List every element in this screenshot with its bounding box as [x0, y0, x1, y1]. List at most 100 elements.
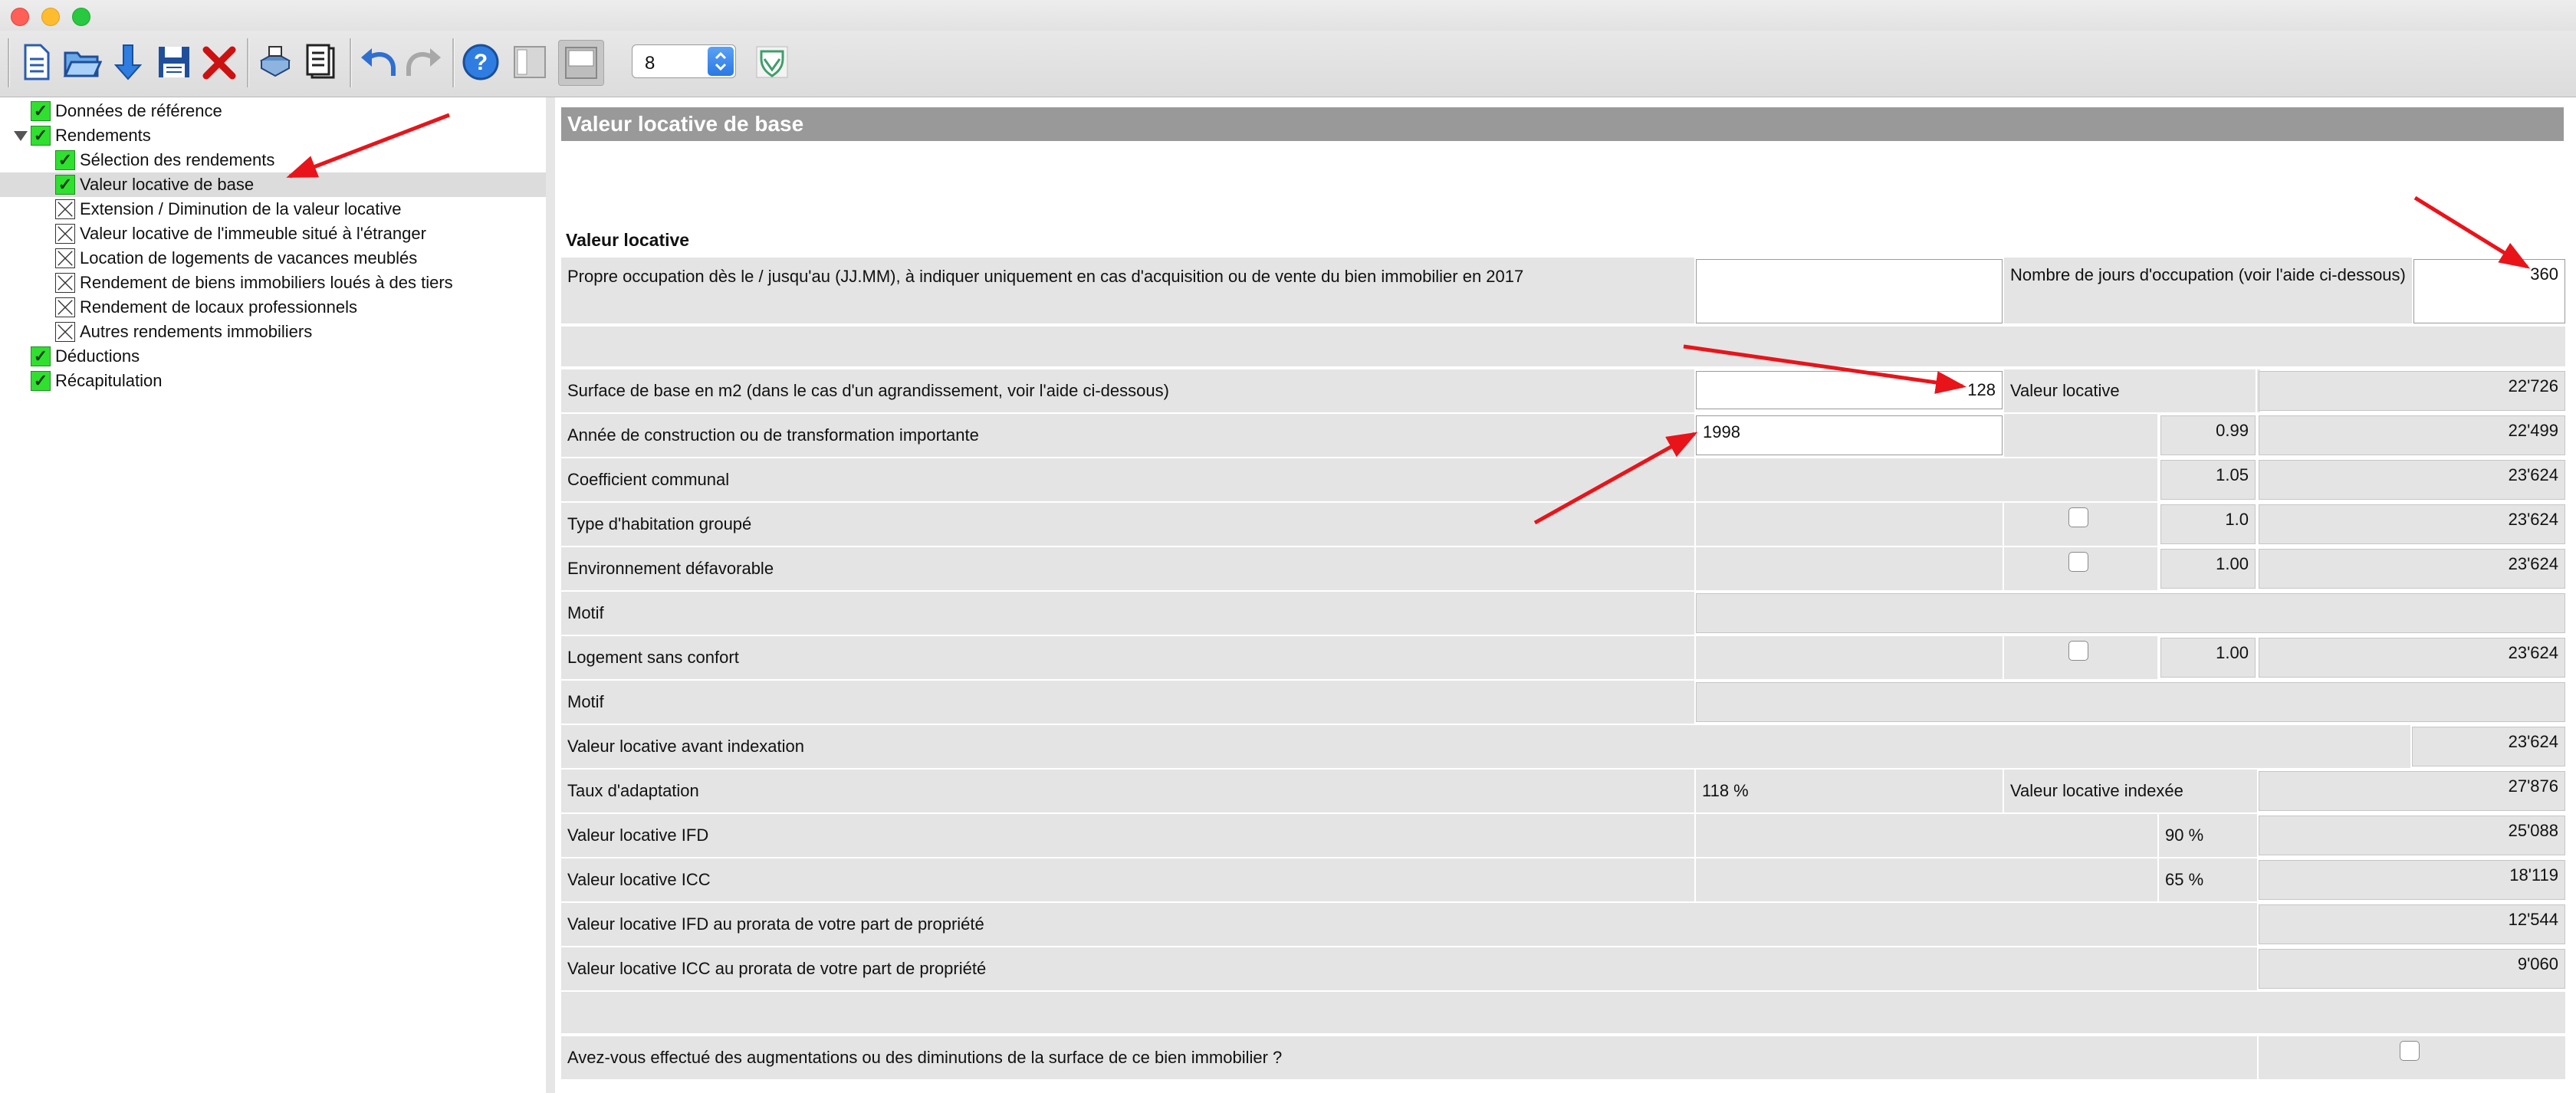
toolbar-separator	[350, 38, 352, 87]
layout-single-button[interactable]	[508, 40, 552, 84]
annee-label: Année de construction ou de transformati…	[561, 414, 1694, 457]
empty-cell	[1696, 858, 2157, 901]
empty-cell	[1696, 547, 2003, 590]
shield-badge-icon	[756, 46, 788, 78]
delete-x-icon	[202, 46, 236, 80]
tree-item-label: Valeur locative de base	[80, 175, 255, 194]
cross-box-icon	[55, 199, 75, 219]
taux-label: Taux d'adaptation	[561, 770, 1694, 812]
tree-item-deductions[interactable]: ✓ Déductions	[31, 344, 537, 369]
new-document-button[interactable]	[14, 40, 58, 84]
annee-input[interactable]: 1998	[1696, 415, 2003, 455]
section-title: Valeur locative	[566, 230, 690, 250]
surface-change-checkbox[interactable]	[2400, 1041, 2420, 1061]
window-titlebar	[0, 0, 2576, 31]
tree-item-logements-vacances[interactable]: Location de logements de vacances meublé…	[55, 246, 537, 271]
icc-prorata-label: Valeur locative ICC au prorata de votre …	[561, 947, 2257, 990]
tree-item-rendements[interactable]: ✓ Rendements	[31, 123, 537, 148]
motif-label: Motif	[561, 681, 1694, 724]
redo-button[interactable]	[402, 40, 446, 84]
save-disk-icon	[159, 47, 189, 77]
surface-input[interactable]: 128	[1696, 371, 2003, 409]
tree-item-autres-rendements[interactable]: Autres rendements immobiliers	[55, 320, 537, 344]
tree-item-donnees-reference[interactable]: ✓ Données de référence	[31, 99, 537, 123]
environnement-result-output: 23'624	[2259, 549, 2565, 589]
tree-item-label: Sélection des rendements	[80, 150, 275, 169]
toolbar-separator	[247, 38, 249, 87]
help-button[interactable]: ?	[458, 40, 503, 84]
motif-input[interactable]	[1696, 682, 2565, 722]
tree-item-label: Rendements	[55, 126, 151, 145]
zoom-stepper[interactable]	[708, 47, 734, 76]
layout-split-button[interactable]	[558, 40, 604, 86]
layout-split-icon	[565, 47, 597, 79]
sans-confort-coef-output: 1.00	[2160, 638, 2256, 678]
toolbar-separator	[8, 38, 10, 87]
tree-item-label: Extension / Diminution de la valeur loca…	[80, 199, 402, 218]
coef-communal-label: Coefficient communal	[561, 458, 1694, 501]
coef-communal-result-output: 23'624	[2259, 460, 2565, 500]
annee-result-output: 22'499	[2259, 415, 2565, 455]
sans-confort-result-output: 23'624	[2259, 638, 2565, 678]
ifd-output: 25'088	[2259, 816, 2565, 855]
tree-item-label: Récapitulation	[55, 371, 163, 390]
save-button[interactable]	[152, 40, 196, 84]
empty-cell	[2004, 414, 2157, 457]
minimize-window-button[interactable]	[41, 8, 60, 26]
toolbar: ? 8	[0, 31, 2576, 97]
tree-item-selection-rendements[interactable]: ✓ Sélection des rendements	[55, 148, 537, 172]
spacer-row	[561, 327, 2565, 366]
zoom-select[interactable]: 8	[632, 44, 736, 78]
download-arrow-icon	[113, 44, 143, 80]
help-icon: ?	[462, 44, 499, 80]
tree-item-locaux-professionnels[interactable]: Rendement de locaux professionnels	[55, 295, 537, 320]
redo-icon	[406, 48, 441, 76]
close-window-button[interactable]	[11, 8, 29, 26]
undo-button[interactable]	[356, 40, 400, 84]
print-button[interactable]	[253, 40, 297, 84]
checkmark-icon: ✓	[55, 150, 75, 170]
days-input[interactable]: 360	[2413, 259, 2565, 323]
taux-value: 118 %	[1696, 770, 2003, 812]
occupation-input[interactable]	[1696, 259, 2003, 323]
document-form-icon	[306, 44, 335, 79]
svg-text:?: ?	[474, 50, 488, 75]
open-folder-button[interactable]	[60, 40, 104, 84]
empty-cell	[1696, 814, 2157, 857]
download-button[interactable]	[106, 40, 150, 84]
tree-item-biens-loues[interactable]: Rendement de biens immobiliers loués à d…	[55, 271, 537, 295]
ifd-label: Valeur locative IFD	[561, 814, 1694, 857]
ifd-prorata-label: Valeur locative IFD au prorata de votre …	[561, 903, 2257, 946]
delete-button[interactable]	[198, 40, 242, 84]
type-habitation-checkbox[interactable]	[2068, 507, 2088, 527]
environnement-label: Environnement défavorable	[561, 547, 1694, 590]
disclosure-triangle-icon[interactable]	[14, 131, 28, 141]
document-form-button[interactable]	[299, 40, 343, 84]
toolbar-separator	[452, 38, 455, 87]
annee-coef-output: 0.99	[2160, 415, 2256, 455]
checkmark-icon: ✓	[31, 346, 51, 366]
open-folder-icon	[63, 51, 102, 77]
page-title: Valeur locative de base	[561, 107, 2564, 141]
tree-item-valeur-locative-base[interactable]: ✓ Valeur locative de base	[0, 172, 546, 197]
type-habitation-label: Type d'habitation groupé	[561, 503, 1694, 546]
new-document-icon	[24, 44, 50, 80]
tree-item-immeuble-etranger[interactable]: Valeur locative de l'immeuble situé à l'…	[55, 222, 537, 246]
environnement-checkbox[interactable]	[2068, 552, 2088, 572]
motif-input[interactable]	[1696, 593, 2565, 633]
tree-item-recapitulation[interactable]: ✓ Récapitulation	[31, 369, 537, 393]
zoom-window-button[interactable]	[72, 8, 90, 26]
badge-button[interactable]	[750, 40, 794, 84]
empty-cell	[1696, 636, 2003, 679]
ifd-prorata-output: 12'544	[2259, 904, 2565, 944]
sans-confort-checkbox[interactable]	[2068, 641, 2088, 661]
tree-item-extension-diminution[interactable]: Extension / Diminution de la valeur loca…	[55, 197, 537, 222]
avant-indexation-output: 23'624	[2412, 727, 2565, 766]
checkmark-icon: ✓	[31, 126, 51, 146]
tree-item-label: Rendement de locaux professionnels	[80, 297, 358, 317]
indexee-output: 27'876	[2259, 771, 2565, 811]
spacer-row	[561, 992, 2565, 1033]
days-label: Nombre de jours d'occupation (voir l'aid…	[2004, 258, 2412, 323]
cross-box-icon	[55, 248, 75, 268]
zoom-value: 8	[645, 53, 656, 74]
